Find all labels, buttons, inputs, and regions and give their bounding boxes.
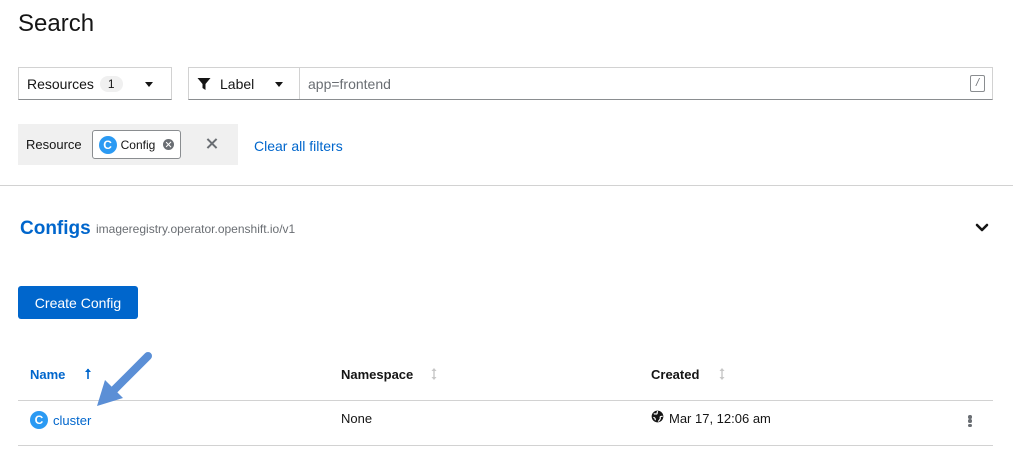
table-row-divider	[18, 445, 993, 446]
keyboard-shortcut-hint: /	[970, 75, 985, 92]
globe-icon	[651, 410, 664, 423]
resources-count-badge: 1	[99, 75, 123, 92]
remove-chip-icon[interactable]	[163, 139, 175, 150]
section-title[interactable]: Configs	[20, 218, 91, 240]
arrow-annotation	[97, 352, 152, 406]
resource-filter-chip-group: Resource C Config	[18, 124, 238, 165]
cell-name: C cluster	[30, 411, 91, 429]
close-chip-group-icon[interactable]	[205, 137, 219, 151]
resources-label: Resources	[27, 75, 94, 92]
filter-icon	[197, 77, 211, 90]
chevron-down-icon[interactable]	[975, 222, 989, 234]
resource-name-link[interactable]: cluster	[53, 413, 91, 428]
label-dropdown-text: Label	[220, 75, 255, 92]
chip-group-label: Resource	[26, 137, 82, 152]
resource-badge-icon: C	[30, 411, 48, 429]
cell-created: Mar 17, 12:06 am	[651, 410, 771, 426]
search-input-wrapper: /	[299, 67, 993, 100]
column-header-namespace[interactable]: Namespace	[341, 367, 413, 382]
table-header-divider	[18, 400, 993, 401]
caret-down-icon	[145, 82, 153, 87]
config-filter-chip: C Config	[91, 130, 182, 159]
cell-namespace: None	[341, 411, 373, 426]
resource-badge-icon: C	[98, 135, 117, 154]
sort-icon[interactable]	[717, 366, 727, 382]
label-filter-dropdown[interactable]: Label	[188, 67, 300, 100]
section-divider	[0, 185, 1013, 186]
api-group-label: imageregistry.operator.openshift.io/v1	[96, 222, 296, 236]
page-title: Search	[18, 10, 95, 37]
label-search-input[interactable]	[299, 68, 959, 99]
clear-all-filters-link[interactable]: Clear all filters	[254, 138, 343, 154]
created-timestamp: Mar 17, 12:06 am	[669, 411, 771, 426]
chip-label: Config	[120, 137, 156, 152]
create-config-button[interactable]: Create Config	[18, 286, 138, 319]
caret-down-icon	[275, 82, 283, 87]
column-header-created[interactable]: Created	[651, 367, 699, 382]
resources-dropdown[interactable]: Resources 1	[18, 67, 172, 100]
sort-icon[interactable]	[429, 366, 439, 382]
kebab-icon[interactable]	[962, 413, 978, 429]
column-header-name[interactable]: Name	[30, 367, 65, 382]
